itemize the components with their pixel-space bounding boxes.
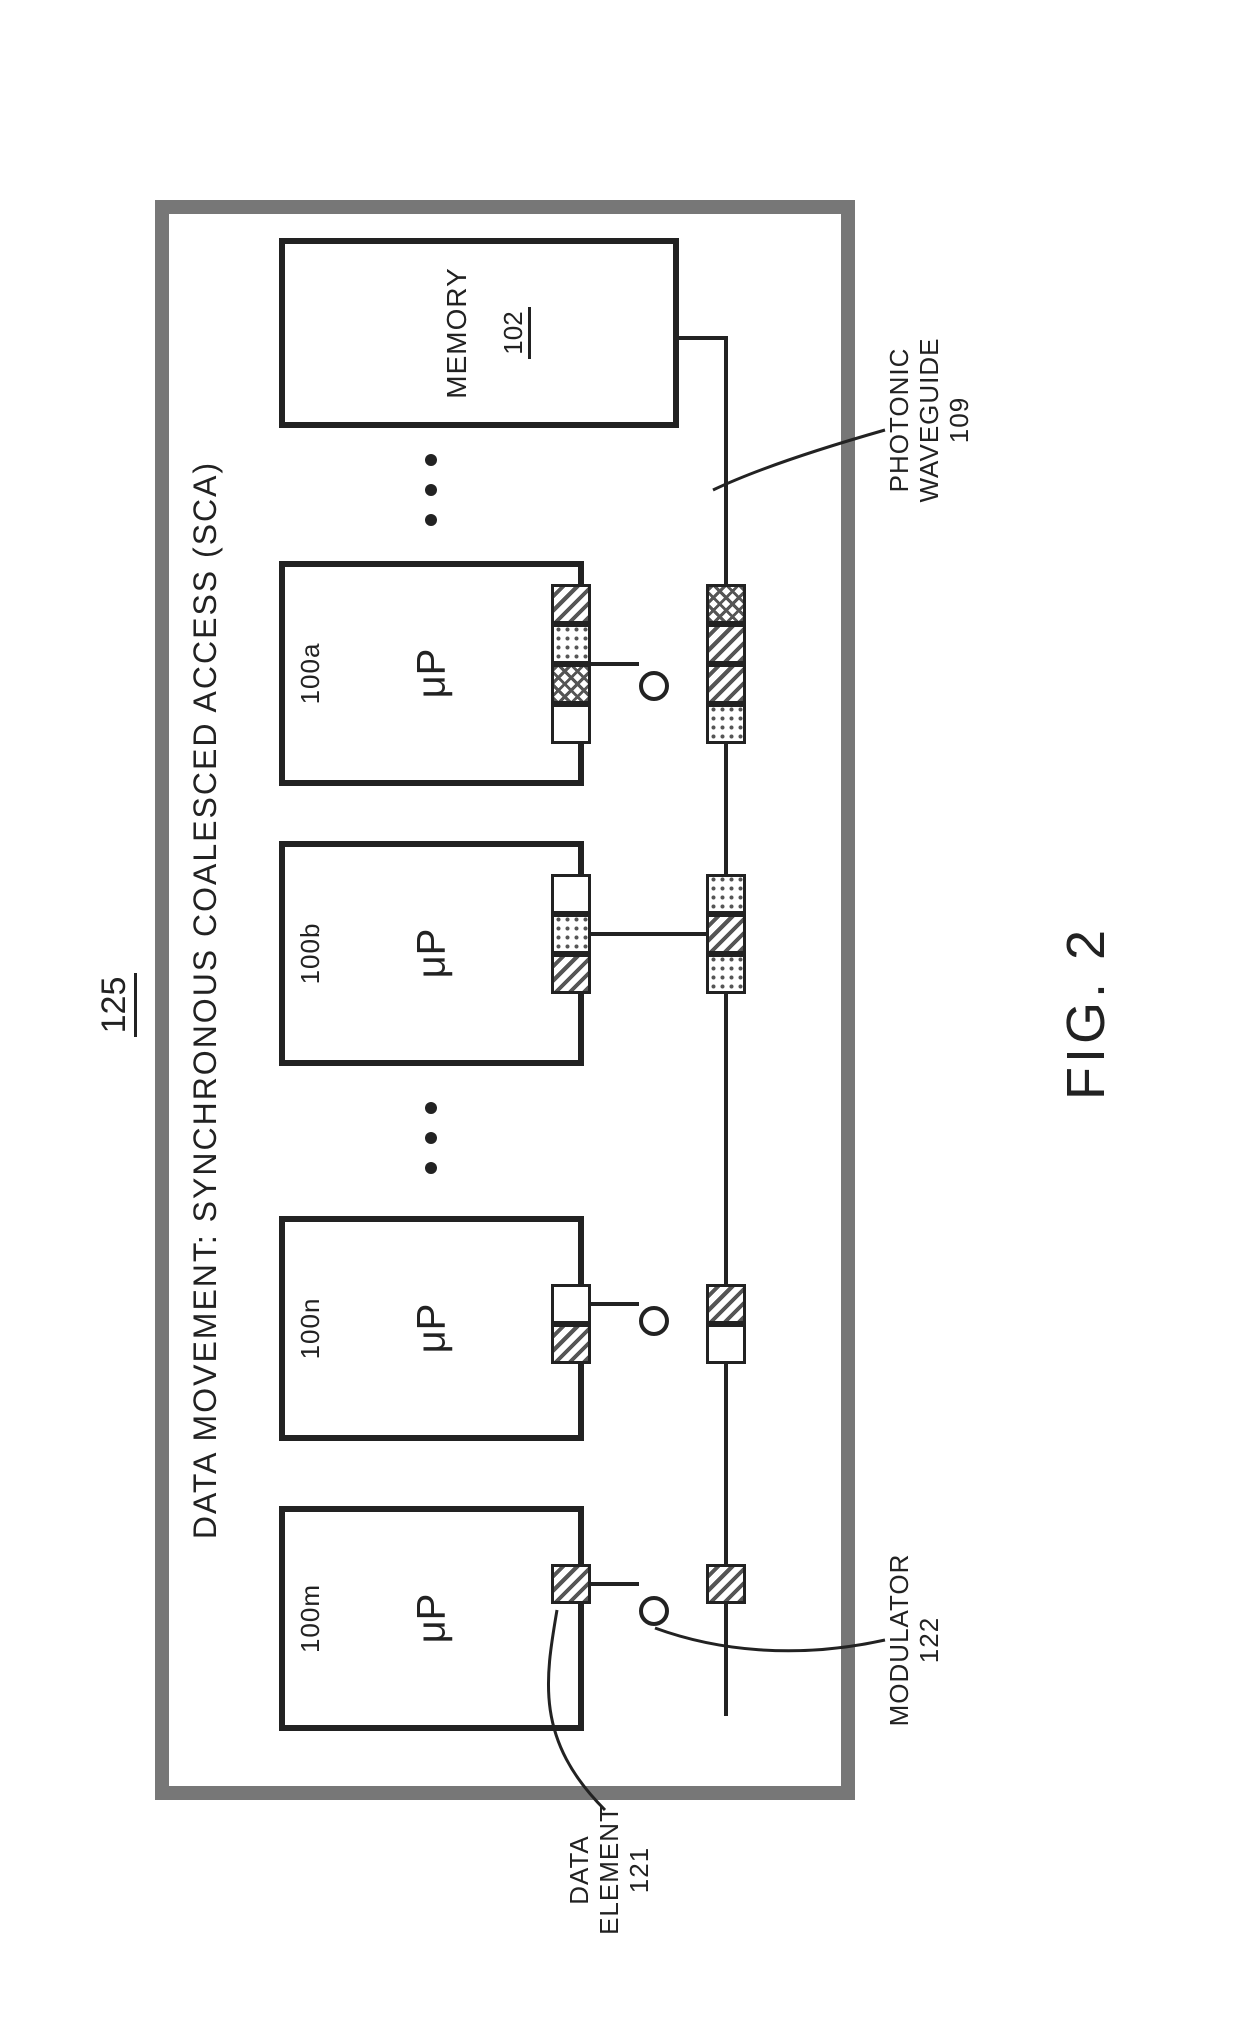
memory-block: MEMORY 102	[279, 238, 679, 428]
processor-id: 100n	[295, 1222, 326, 1435]
photonic-waveguide	[724, 336, 728, 1716]
data-element	[706, 1324, 746, 1364]
modulator-ring	[639, 1306, 669, 1336]
data-element	[706, 1564, 746, 1604]
data-element	[551, 624, 591, 664]
processor-block-100a: 100a μP	[279, 561, 584, 786]
figure-label: FIG. 2	[1055, 926, 1117, 1100]
ellipsis-dot	[425, 1162, 437, 1174]
data-element	[706, 874, 746, 914]
data-element	[551, 914, 591, 954]
callout-data-element-ref: 121	[624, 1847, 654, 1893]
callout-modulator-label: MODULATOR	[884, 1554, 914, 1727]
diagram-title: DATA MOVEMENT: SYNCHRONOUS COALESCED ACC…	[187, 214, 224, 1786]
processor-id: 100b	[295, 847, 326, 1060]
memory-ref: 102	[498, 244, 529, 422]
data-element	[551, 1564, 591, 1604]
processor-symbol: μP	[409, 1594, 454, 1644]
proc-stem	[584, 662, 639, 666]
callout-waveguide-label: PHOTONIC WAVEGUIDE	[884, 338, 944, 503]
callout-waveguide-ref: 109	[944, 397, 974, 443]
proc-stem	[584, 1302, 639, 1306]
callout-waveguide: PHOTONIC WAVEGUIDE 109	[885, 290, 975, 550]
processor-block-100b: 100b μP	[279, 841, 584, 1066]
ellipsis-dot	[425, 454, 437, 466]
processor-symbol: μP	[409, 1304, 454, 1354]
proc-stem	[584, 1582, 639, 1586]
memory-ref-text: 102	[498, 307, 531, 358]
callout-modulator-ref: 122	[914, 1617, 944, 1663]
proc-stem	[584, 932, 724, 936]
data-element	[551, 664, 591, 704]
ellipsis-dot	[425, 1102, 437, 1114]
data-element	[706, 664, 746, 704]
data-element	[551, 704, 591, 744]
data-element	[551, 954, 591, 994]
data-element	[706, 704, 746, 744]
data-element	[551, 584, 591, 624]
callout-data-element: DATA ELEMENT 121	[565, 1780, 655, 1960]
processor-id: 100a	[295, 567, 326, 780]
data-element	[706, 954, 746, 994]
processor-block-100m: 100m μP	[279, 1506, 584, 1731]
ellipsis-dot	[425, 514, 437, 526]
data-element	[706, 584, 746, 624]
outer-ref-text: 125	[95, 973, 137, 1038]
data-element	[706, 914, 746, 954]
callout-data-element-label: DATA ELEMENT	[564, 1805, 624, 1935]
ellipsis-dot	[425, 1132, 437, 1144]
data-element	[706, 1284, 746, 1324]
processor-id: 100m	[295, 1512, 326, 1725]
data-element	[551, 874, 591, 914]
callout-modulator: MODULATOR 122	[885, 1520, 945, 1760]
modulator-ring	[639, 1596, 669, 1626]
waveguide-to-memory	[679, 336, 728, 340]
modulator-ring	[639, 671, 669, 701]
memory-label: MEMORY	[440, 244, 474, 422]
processor-symbol: μP	[409, 649, 454, 699]
processor-symbol: μP	[409, 929, 454, 979]
data-element	[551, 1324, 591, 1364]
data-element	[551, 1284, 591, 1324]
ellipsis-dot	[425, 484, 437, 496]
outer-ref: 125	[95, 965, 137, 1045]
diagram-frame: DATA MOVEMENT: SYNCHRONOUS COALESCED ACC…	[155, 200, 855, 1800]
processor-block-100n: 100n μP	[279, 1216, 584, 1441]
data-element	[706, 624, 746, 664]
